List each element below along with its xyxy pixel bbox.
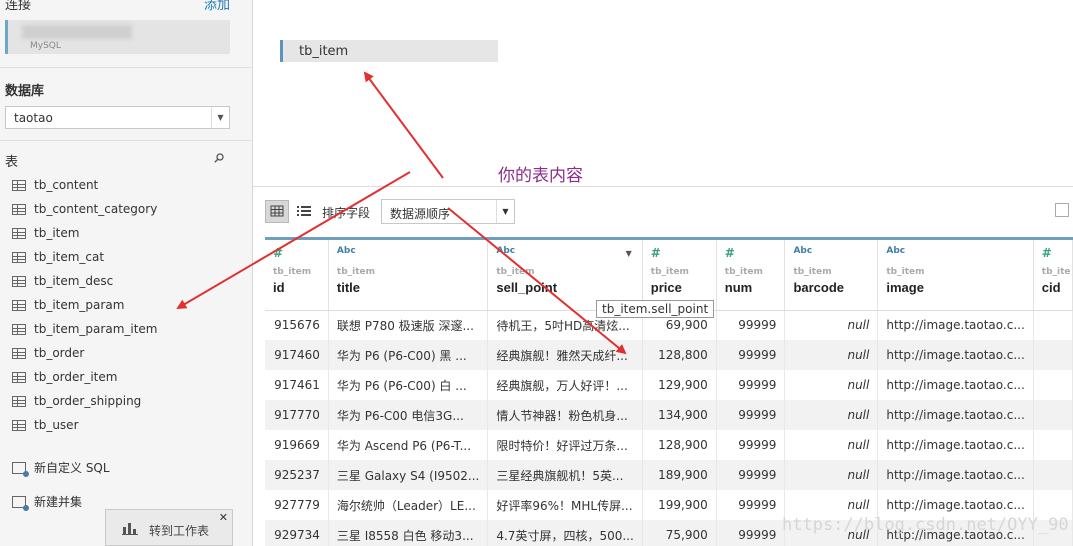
arrow-to-canvas-table [363, 71, 444, 179]
arrow-to-table-list [176, 171, 411, 310]
arrow-to-data-grid [447, 207, 627, 355]
annotation-arrows [176, 71, 627, 355]
